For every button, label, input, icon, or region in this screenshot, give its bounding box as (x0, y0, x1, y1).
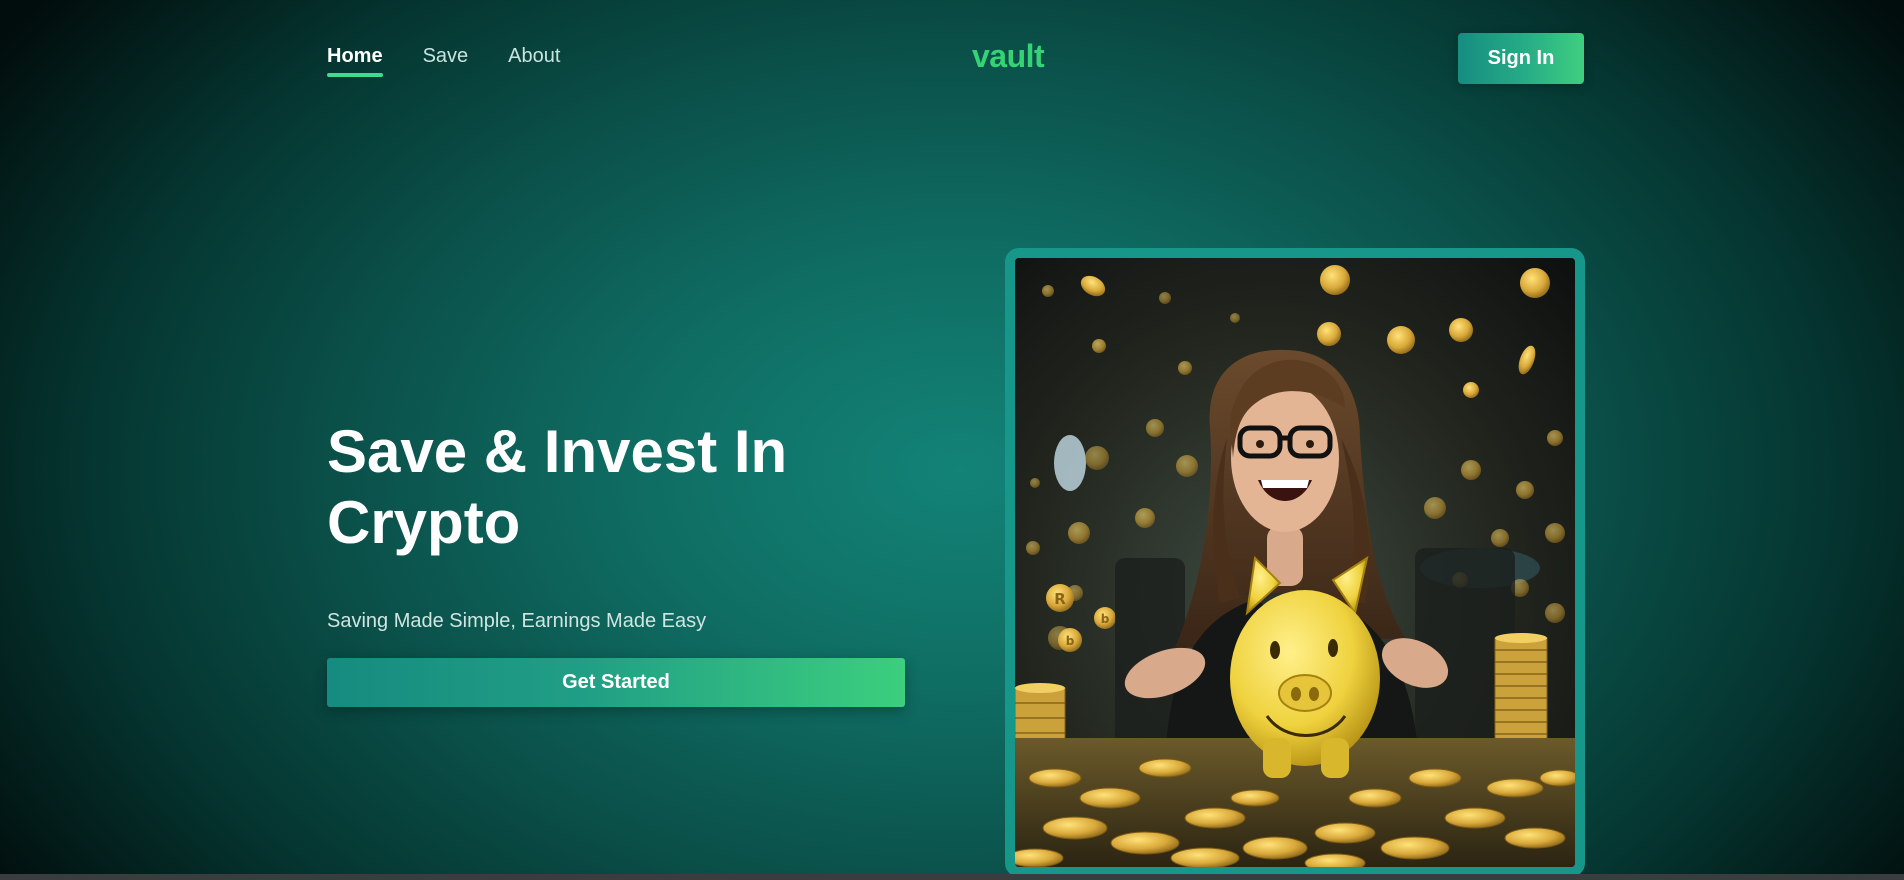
vault-logo[interactable]: vault (972, 38, 1045, 75)
piggy-bank-illustration: R b b (1015, 258, 1575, 867)
hero-image: R b b (1005, 248, 1585, 877)
hero-title: Save & Invest In Crypto (327, 418, 788, 556)
svg-text:R: R (1054, 590, 1066, 608)
page-bottom-edge (0, 874, 1904, 880)
svg-text:b: b (1066, 634, 1075, 648)
svg-text:b: b (1101, 612, 1110, 626)
nav-item-save[interactable]: Save (423, 45, 469, 74)
nav-item-about[interactable]: About (508, 45, 560, 74)
hero-subtitle: Saving Made Simple, Earnings Made Easy (327, 610, 707, 632)
main-nav: Home Save About (327, 45, 560, 77)
sign-in-button[interactable]: Sign In (1458, 33, 1584, 84)
get-started-button[interactable]: Get Started (327, 658, 905, 707)
nav-item-home[interactable]: Home (327, 45, 383, 77)
